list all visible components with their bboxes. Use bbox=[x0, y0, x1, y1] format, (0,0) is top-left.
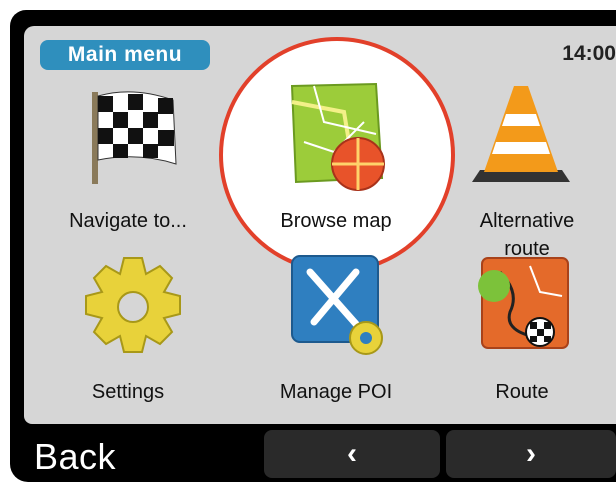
menu-item-label: Manage POI bbox=[279, 381, 393, 403]
checkered-flag-icon bbox=[92, 91, 177, 184]
menu-item-label: Navigate to... bbox=[69, 210, 187, 232]
route-map-icon bbox=[478, 257, 569, 349]
map-icon bbox=[290, 82, 385, 191]
back-button[interactable]: Back bbox=[34, 436, 116, 478]
menu-item-browse-map[interactable]: Browse map bbox=[236, 82, 436, 242]
device-frame: Main menu 14:00 Navigate to... Browse ma… bbox=[10, 10, 616, 482]
traffic-cone-icon bbox=[472, 86, 570, 182]
gear-icon bbox=[85, 257, 181, 353]
clock: 14:00 bbox=[562, 42, 616, 65]
previous-button[interactable]: ‹ bbox=[264, 430, 440, 478]
menu-item-label: Browse map bbox=[280, 210, 392, 232]
menu-item-alternative-route[interactable]: Alternative route bbox=[422, 82, 616, 272]
menu-item-label: Settings bbox=[91, 381, 165, 403]
main-menu-screen: Main menu 14:00 Navigate to... Browse ma… bbox=[24, 26, 616, 424]
menu-item-settings[interactable]: Settings bbox=[28, 252, 228, 412]
fork-knife-gear-icon bbox=[291, 255, 383, 355]
menu-item-label: Route bbox=[495, 381, 549, 403]
menu-item-manage-poi[interactable]: Manage POI bbox=[236, 252, 436, 412]
next-button[interactable]: › bbox=[446, 430, 616, 478]
menu-item-route[interactable]: Route bbox=[422, 252, 616, 412]
bottom-bar: Back ‹ › bbox=[10, 430, 616, 482]
page-title: Main menu bbox=[40, 40, 210, 70]
menu-item-navigate-to[interactable]: Navigate to... bbox=[28, 82, 228, 242]
